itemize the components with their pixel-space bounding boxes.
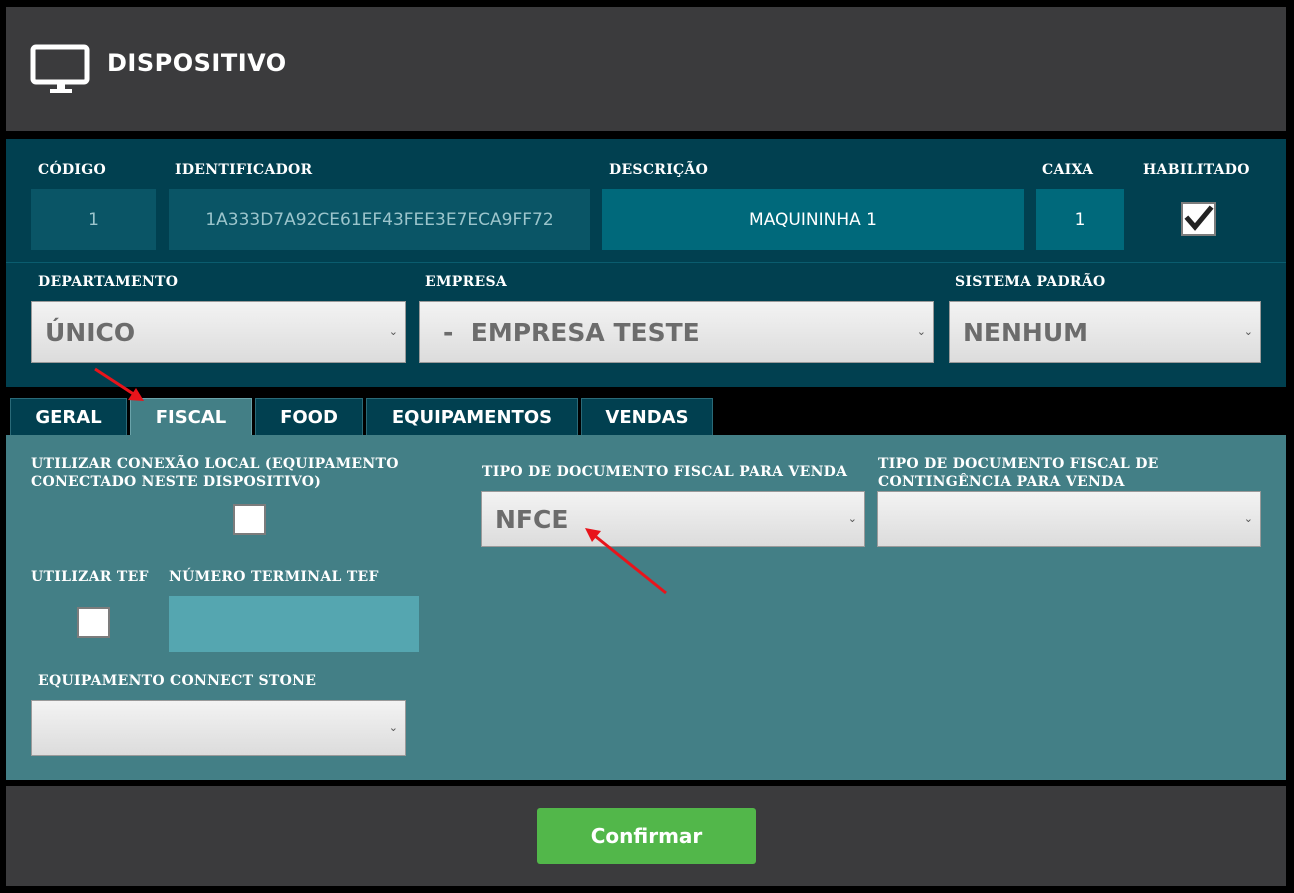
identificador-field[interactable]: 1A333D7A92CE61EF43FEE3E7ECA9FF72	[169, 189, 590, 250]
sistema-padrao-label: SISTEMA PADRÃO	[955, 274, 1106, 290]
chevron-down-icon: ⌄	[388, 720, 398, 734]
empresa-select[interactable]: - EMPRESA TESTE ⌄	[419, 301, 934, 363]
tab-food[interactable]: FOOD	[255, 398, 363, 435]
chevron-down-icon: ⌄	[1243, 511, 1253, 525]
equipamento-connect-stone-select[interactable]: ⌄	[31, 700, 406, 756]
conexao-local-checkbox[interactable]	[233, 504, 266, 535]
page-title: DISPOSITIVO	[107, 49, 287, 77]
departamento-select[interactable]: ÚNICO ⌄	[31, 301, 406, 363]
codigo-label: CÓDIGO	[38, 162, 106, 178]
equipamento-connect-stone-label: EQUIPAMENTO CONNECT STONE	[38, 673, 317, 689]
monitor-icon	[30, 44, 90, 93]
utilizar-tef-checkbox[interactable]	[77, 607, 110, 638]
sistema-padrao-select[interactable]: NENHUM ⌄	[949, 301, 1261, 363]
numero-terminal-tef-input[interactable]	[169, 596, 419, 652]
sistema-padrao-value: NENHUM	[963, 317, 1089, 347]
habilitado-label: HABILITADO	[1143, 162, 1250, 178]
tab-geral[interactable]: GERAL	[10, 398, 127, 435]
caixa-label: CAIXA	[1042, 162, 1094, 178]
divider	[6, 262, 1286, 263]
identificador-label: IDENTIFICADOR	[175, 162, 313, 178]
conexao-local-label: UTILIZAR CONEXÃO LOCAL (EQUIPAMENTO CONE…	[31, 456, 399, 490]
tab-fiscal[interactable]: FISCAL	[130, 398, 252, 435]
empresa-label: EMPRESA	[425, 274, 508, 290]
descricao-label: DESCRIÇÃO	[609, 162, 709, 178]
tipo-doc-select[interactable]: NFCE ⌄	[481, 491, 865, 547]
tab-vendas[interactable]: VENDAS	[581, 398, 713, 435]
tipo-doc-label: TIPO DE DOCUMENTO FISCAL PARA VENDA	[482, 464, 848, 480]
codigo-field[interactable]: 1	[31, 189, 156, 250]
checkmark-icon	[1184, 205, 1214, 231]
chevron-down-icon: ⌄	[916, 324, 926, 338]
tipo-doc-contingencia-label: TIPO DE DOCUMENTO FISCAL DE CONTINGÊNCIA…	[878, 456, 1159, 490]
tipo-doc-contingencia-select[interactable]: ⌄	[877, 491, 1261, 547]
tab-equipamentos[interactable]: EQUIPAMENTOS	[366, 398, 578, 435]
descricao-field[interactable]: MAQUININHA 1	[602, 189, 1024, 250]
empresa-value: - EMPRESA TESTE	[443, 317, 700, 347]
confirm-button[interactable]: Confirmar	[537, 808, 756, 864]
habilitado-checkbox[interactable]	[1181, 202, 1216, 236]
chevron-down-icon: ⌄	[1243, 324, 1253, 338]
chevron-down-icon: ⌄	[847, 511, 857, 525]
numero-terminal-tef-label: NÚMERO TERMINAL TEF	[169, 569, 379, 585]
departamento-value: ÚNICO	[45, 317, 136, 347]
chevron-down-icon: ⌄	[388, 324, 398, 338]
tipo-doc-value: NFCE	[495, 504, 569, 534]
departamento-label: DEPARTAMENTO	[38, 274, 179, 290]
caixa-field[interactable]: 1	[1036, 189, 1124, 250]
utilizar-tef-label: UTILIZAR TEF	[31, 569, 149, 585]
